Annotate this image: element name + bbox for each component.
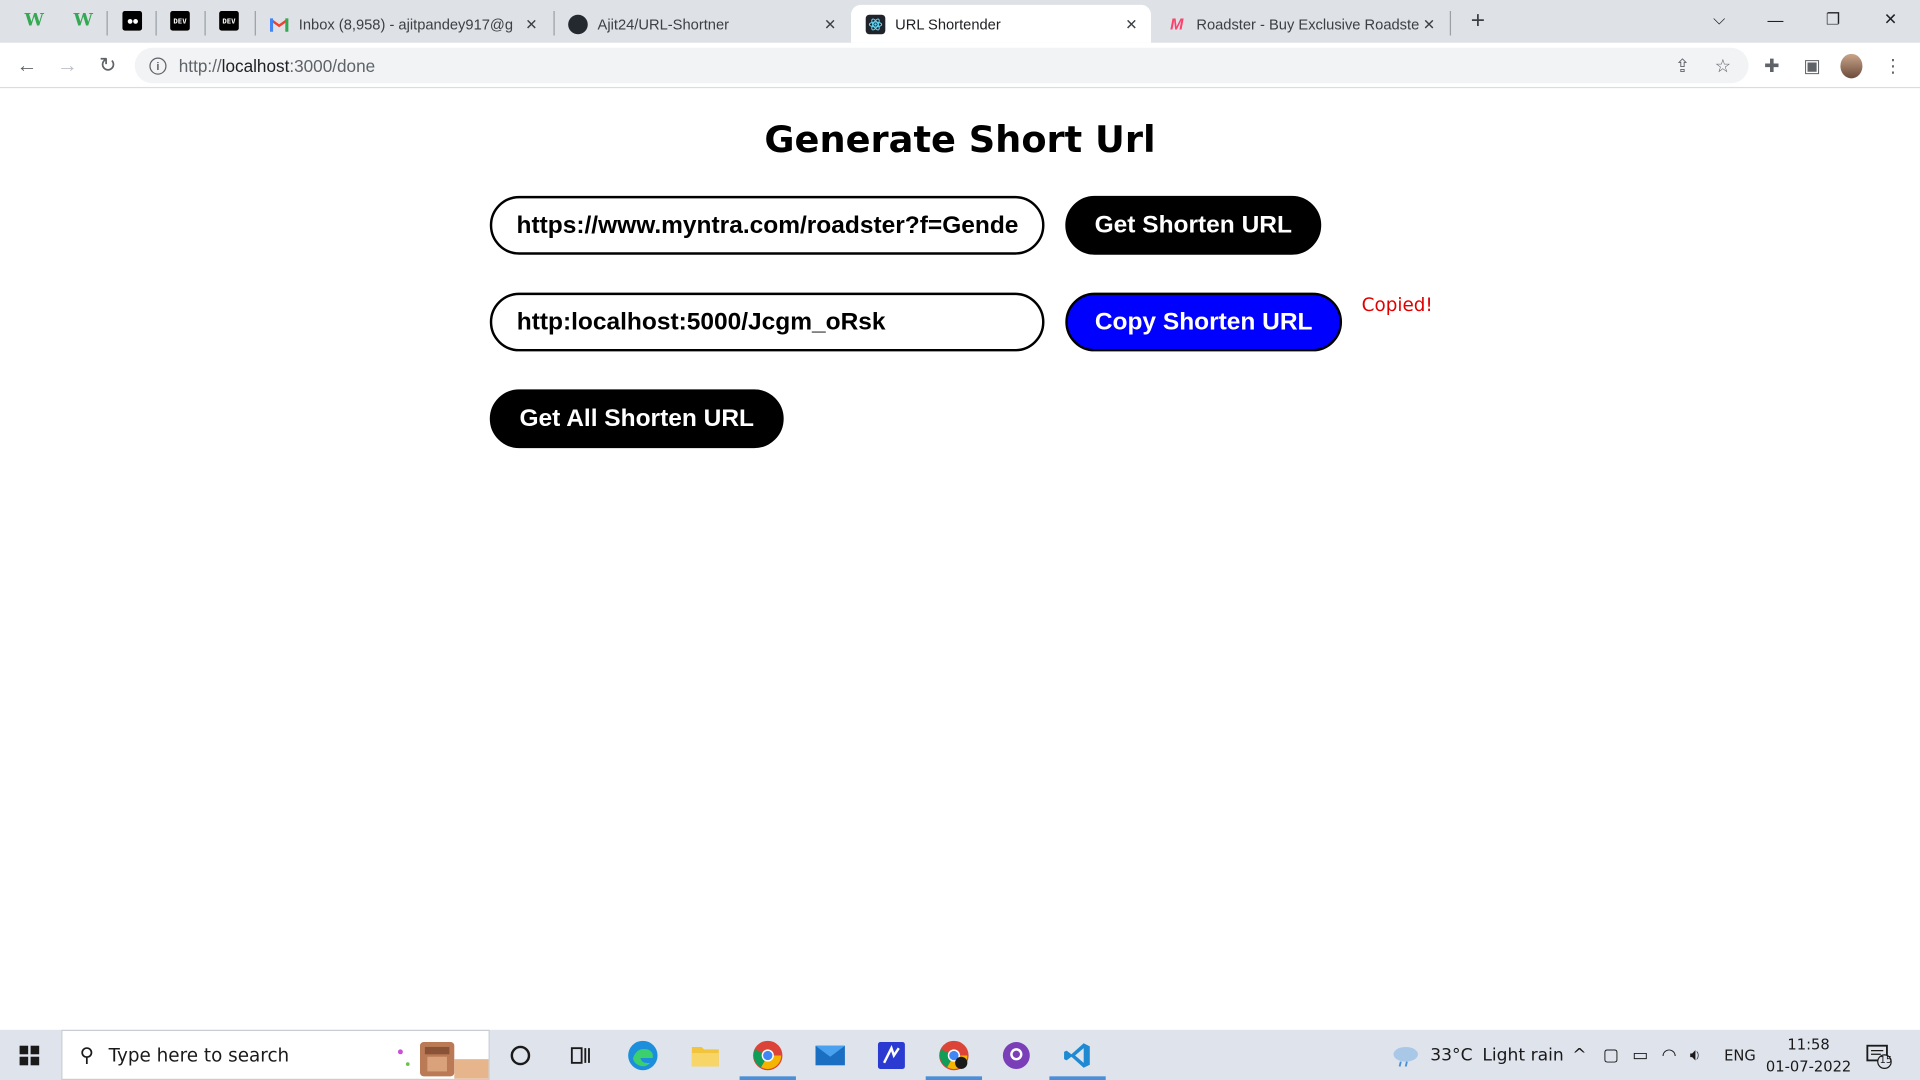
pinned-tab-wellfound-2[interactable]: W bbox=[61, 6, 105, 35]
weather-widget[interactable]: 33°C Light rain bbox=[1391, 1030, 1564, 1080]
address-bar[interactable]: i http://localhost:3000/done ⇪ ☆ bbox=[134, 47, 1749, 84]
medium-icon: ●● bbox=[122, 11, 143, 31]
myntra-icon: M bbox=[1170, 14, 1184, 34]
tab-title: Inbox (8,958) - ajitpandey917@g bbox=[298, 15, 514, 33]
share-icon[interactable]: ⇪ bbox=[1665, 48, 1699, 84]
language-indicator[interactable]: ENG bbox=[1724, 1030, 1756, 1080]
pinned-tab-dev-2[interactable]: DEV bbox=[207, 6, 251, 35]
browser-tab-strip: W W ●● DEV DEV Inbox (8,958) - ajitpande… bbox=[0, 0, 1920, 43]
pinned-tab-wellfound-1[interactable]: W bbox=[12, 6, 56, 35]
short-url-output[interactable] bbox=[489, 292, 1045, 352]
clock-date: 01-07-2022 bbox=[1765, 1057, 1852, 1076]
new-tab-plus-icon[interactable]: + bbox=[1464, 7, 1491, 34]
tab-url-shortender[interactable]: URL Shortender ✕ bbox=[851, 4, 1152, 43]
volume-icon[interactable]: 🔉︎ bbox=[1690, 1030, 1701, 1080]
search-icon: ⚲ bbox=[79, 1045, 94, 1066]
github-icon bbox=[568, 14, 588, 34]
taskbar-search-box[interactable]: ⚲ Type here to search bbox=[61, 1029, 490, 1080]
site-info-icon[interactable]: i bbox=[149, 56, 167, 75]
page-content: Generate Short Url Get Shorten URL Copy … bbox=[0, 89, 1920, 1030]
windows-taskbar: ⚲ Type here to search 33°C Light rain ^ … bbox=[0, 1029, 1920, 1080]
pinned-tab-medium[interactable]: ●● bbox=[110, 6, 154, 35]
search-highlight-illustration bbox=[397, 1042, 489, 1079]
search-placeholder: Type here to search bbox=[108, 1043, 290, 1066]
file-explorer-icon[interactable] bbox=[675, 1030, 736, 1080]
kebab-menu-icon[interactable]: ⋮ bbox=[1876, 49, 1910, 83]
show-hidden-icons-chevron-icon[interactable]: ^ bbox=[1572, 1030, 1586, 1080]
task-view-icon[interactable] bbox=[550, 1030, 611, 1080]
vscode-icon[interactable] bbox=[1047, 1030, 1108, 1080]
tab-title: URL Shortender bbox=[895, 15, 1001, 33]
reload-icon[interactable]: ↻ bbox=[91, 49, 125, 83]
rain-cloud-icon bbox=[1393, 1046, 1418, 1067]
minimize-icon[interactable]: — bbox=[1747, 0, 1803, 39]
tab-separator bbox=[204, 11, 206, 36]
system-clock[interactable]: 11:58 01-07-2022 bbox=[1763, 1033, 1854, 1077]
action-center-notification-icon[interactable]: 15 bbox=[1865, 1030, 1892, 1080]
back-arrow-icon[interactable]: ← bbox=[10, 49, 44, 83]
get-shorten-url-button[interactable]: Get Shorten URL bbox=[1065, 195, 1322, 255]
chrome-profile-taskbar-icon[interactable] bbox=[923, 1030, 984, 1080]
edge-browser-icon[interactable] bbox=[612, 1030, 673, 1080]
copy-shorten-url-button[interactable]: Copy Shorten URL bbox=[1065, 292, 1343, 352]
tab-separator bbox=[155, 11, 157, 36]
page-title: Generate Short Url bbox=[764, 118, 1156, 162]
clock-time: 11:58 bbox=[1787, 1035, 1830, 1054]
profile-avatar[interactable] bbox=[1834, 49, 1868, 83]
tab-gmail-inbox[interactable]: Inbox (8,958) - ajitpandey917@g ✕ bbox=[255, 5, 551, 43]
close-icon[interactable]: ✕ bbox=[1122, 14, 1142, 34]
restore-icon[interactable]: ❐ bbox=[1805, 0, 1861, 39]
long-url-input[interactable] bbox=[489, 195, 1045, 255]
extensions-puzzle-icon[interactable]: ✚ bbox=[1755, 49, 1789, 83]
tab-myntra-roadster[interactable]: M Roadster - Buy Exclusive Roadste ✕ bbox=[1152, 5, 1448, 43]
weather-condition: Light rain bbox=[1482, 1045, 1564, 1065]
tab-title: Roadster - Buy Exclusive Roadste bbox=[1196, 15, 1420, 33]
wellfound-icon: W bbox=[24, 11, 44, 31]
wifi-icon[interactable]: ◠ bbox=[1662, 1030, 1677, 1080]
battery-icon[interactable]: ▭ bbox=[1632, 1030, 1648, 1080]
meet-now-icon[interactable]: ▢ bbox=[1603, 1030, 1619, 1080]
wellfound-icon: W bbox=[73, 11, 93, 31]
close-icon[interactable]: ✕ bbox=[522, 14, 542, 34]
close-icon[interactable]: ✕ bbox=[1419, 14, 1439, 34]
tab-title: Ajit24/URL-Shortner bbox=[597, 15, 730, 33]
get-all-shorten-url-button[interactable]: Get All Shorten URL bbox=[489, 389, 784, 449]
dev-icon: DEV bbox=[219, 11, 239, 31]
chrome-taskbar-icon[interactable] bbox=[737, 1030, 798, 1080]
weather-temperature: 33°C bbox=[1430, 1045, 1473, 1065]
window-close-icon[interactable]: ✕ bbox=[1862, 0, 1918, 39]
gmail-icon bbox=[269, 14, 289, 34]
cortana-circle-icon[interactable] bbox=[490, 1030, 551, 1080]
pinned-tab-dev-1[interactable]: DEV bbox=[158, 6, 202, 35]
react-icon bbox=[865, 14, 886, 34]
tab-search-chevron-icon[interactable]: ⌵ bbox=[1691, 0, 1747, 39]
side-panel-icon[interactable]: ▣ bbox=[1795, 49, 1829, 83]
notification-count: 15 bbox=[1879, 1054, 1893, 1066]
mongodb-compass-icon[interactable] bbox=[861, 1030, 922, 1080]
browser-toolbar: ← → ↻ i http://localhost:3000/done ⇪ ☆ ✚… bbox=[0, 42, 1920, 89]
close-icon[interactable]: ✕ bbox=[820, 14, 840, 34]
github-desktop-icon[interactable] bbox=[986, 1030, 1047, 1080]
windows-start-icon[interactable] bbox=[0, 1030, 59, 1080]
copied-status-text: Copied! bbox=[1361, 293, 1433, 316]
mail-icon[interactable] bbox=[800, 1030, 861, 1080]
tab-github-repo[interactable]: Ajit24/URL-Shortner ✕ bbox=[553, 5, 849, 43]
screen: W W ●● DEV DEV Inbox (8,958) - ajitpande… bbox=[0, 0, 1920, 1080]
address-url[interactable]: http://localhost:3000/done bbox=[179, 56, 375, 76]
forward-arrow-icon[interactable]: → bbox=[50, 49, 84, 83]
tab-separator bbox=[106, 11, 108, 36]
bookmark-star-icon[interactable]: ☆ bbox=[1706, 48, 1740, 84]
dev-icon: DEV bbox=[170, 11, 190, 31]
tab-separator bbox=[1449, 11, 1452, 36]
